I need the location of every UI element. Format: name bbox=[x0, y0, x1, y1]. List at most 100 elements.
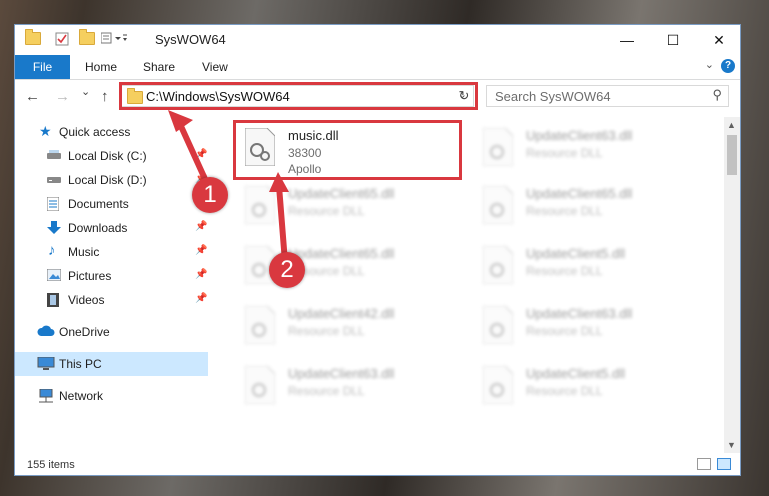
file-tile[interactable]: UpdateClient5.dll Resource DLL bbox=[473, 359, 703, 417]
sidebar-item-label: Downloads bbox=[68, 221, 128, 235]
dll-file-icon bbox=[482, 365, 514, 405]
sidebar-item-label: Local Disk (D:) bbox=[68, 173, 147, 187]
navigation-bar: ← → ⌄ ↑ C:\Windows\SysWOW64 ⌄ ↻ Search S… bbox=[15, 80, 740, 114]
dll-file-icon bbox=[482, 127, 514, 167]
file-name: UpdateClient65.dll bbox=[288, 186, 395, 201]
file-tile[interactable]: UpdateClient63.dll Resource DLL bbox=[473, 299, 703, 357]
minimize-button[interactable]: — bbox=[604, 25, 650, 55]
callout-step-1: 1 bbox=[192, 177, 228, 213]
file-tile[interactable]: UpdateClient63.dll Resource DLL bbox=[235, 359, 465, 417]
file-highlight-box bbox=[233, 120, 462, 180]
dll-file-icon bbox=[244, 305, 276, 345]
item-count: 155 items bbox=[27, 459, 75, 471]
forward-arrow-icon[interactable]: → bbox=[55, 88, 70, 105]
pin-icon: 📌 bbox=[195, 269, 208, 280]
file-name: UpdateClient63.dll bbox=[526, 128, 633, 143]
close-button[interactable]: ✕ bbox=[696, 25, 740, 55]
file-name: UpdateClient65.dll bbox=[526, 186, 633, 201]
sidebar-item-label: Quick access bbox=[59, 125, 131, 139]
pin-icon: 📌 bbox=[195, 245, 208, 256]
tab-share[interactable]: Share bbox=[143, 55, 175, 79]
back-arrow-icon[interactable]: ← bbox=[25, 88, 40, 105]
properties-icon[interactable] bbox=[55, 32, 69, 46]
sidebar-item-quick-access[interactable]: ★ Quick access bbox=[15, 120, 208, 144]
folder-icon bbox=[25, 29, 41, 45]
details-view-icon[interactable] bbox=[697, 458, 711, 470]
file-description: Resource DLL bbox=[526, 204, 603, 218]
sidebar-item-label: Music bbox=[68, 245, 100, 259]
file-name: UpdateClient63.dll bbox=[526, 306, 633, 321]
recent-locations-icon[interactable]: ⌄ bbox=[81, 85, 90, 98]
file-description: Resource DLL bbox=[288, 204, 365, 218]
file-name: UpdateClient63.dll bbox=[288, 366, 395, 381]
file-name: UpdateClient42.dll bbox=[288, 306, 395, 321]
file-tile[interactable]: UpdateClient63.dll Resource DLL bbox=[473, 121, 703, 179]
scroll-down-arrow-icon[interactable]: ▼ bbox=[727, 440, 736, 450]
videos-icon bbox=[47, 293, 62, 307]
file-tile[interactable]: UpdateClient65.dll Resource DLL bbox=[473, 179, 703, 237]
tab-view[interactable]: View bbox=[202, 55, 228, 79]
vertical-scrollbar[interactable]: ▲ ▼ bbox=[724, 117, 740, 453]
sidebar-item-label: OneDrive bbox=[59, 325, 110, 339]
sidebar-item-onedrive[interactable]: OneDrive bbox=[15, 320, 208, 344]
title-bar: SysWOW64 — ☐ ✕ bbox=[15, 25, 740, 55]
file-name: UpdateClient65.dll bbox=[288, 246, 395, 261]
scroll-thumb[interactable] bbox=[727, 135, 737, 175]
window-title: SysWOW64 bbox=[155, 32, 226, 47]
sidebar-item-documents[interactable]: Documents 📌 bbox=[15, 192, 208, 216]
file-description: Resource DLL bbox=[288, 324, 365, 338]
help-icon[interactable]: ? bbox=[721, 59, 735, 73]
file-name: UpdateClient5.dll bbox=[526, 366, 626, 381]
explorer-window: SysWOW64 — ☐ ✕ File Home Share View ⌄ ? … bbox=[14, 24, 741, 476]
search-icon: ⚲ bbox=[712, 87, 722, 102]
sidebar-item-local-disk-d[interactable]: Local Disk (D:) 📌 bbox=[15, 168, 208, 192]
address-highlight-box bbox=[119, 82, 478, 110]
new-folder-icon[interactable] bbox=[79, 29, 95, 45]
status-bar: 155 items bbox=[15, 453, 740, 475]
chevron-down-icon[interactable]: ⌄ bbox=[705, 58, 714, 71]
dll-file-icon bbox=[244, 365, 276, 405]
customize-quick-access-icon[interactable] bbox=[101, 32, 127, 44]
sidebar-item-this-pc[interactable]: This PC bbox=[15, 352, 208, 376]
dll-file-icon bbox=[244, 185, 276, 225]
music-icon: ♪ bbox=[48, 242, 56, 259]
up-arrow-icon[interactable]: ↑ bbox=[101, 88, 109, 105]
callout-step-2: 2 bbox=[269, 252, 305, 288]
search-input[interactable]: Search SysWOW64 ⚲ bbox=[486, 85, 729, 107]
tab-home[interactable]: Home bbox=[85, 55, 117, 79]
file-description: Resource DLL bbox=[288, 384, 365, 398]
sidebar-item-network[interactable]: Network bbox=[15, 384, 208, 408]
documents-icon bbox=[46, 196, 62, 212]
download-icon bbox=[47, 221, 62, 234]
pictures-icon bbox=[46, 268, 62, 282]
star-icon: ★ bbox=[39, 123, 52, 139]
pin-icon: 📌 bbox=[195, 293, 208, 304]
sidebar-item-label: This PC bbox=[59, 357, 102, 371]
network-icon bbox=[37, 388, 53, 403]
maximize-button[interactable]: ☐ bbox=[650, 25, 696, 55]
sidebar-item-label: Local Disk (C:) bbox=[68, 149, 147, 163]
file-description: Resource DLL bbox=[526, 146, 603, 160]
sidebar-item-videos[interactable]: Videos 📌 bbox=[15, 288, 208, 312]
tab-file[interactable]: File bbox=[15, 55, 70, 79]
scroll-up-arrow-icon[interactable]: ▲ bbox=[727, 120, 736, 130]
search-placeholder: Search SysWOW64 bbox=[495, 89, 611, 104]
file-tile[interactable]: UpdateClient65.dll Resource DLL bbox=[235, 179, 465, 237]
sidebar-item-label: Documents bbox=[68, 197, 129, 211]
sidebar-item-downloads[interactable]: Downloads 📌 bbox=[15, 216, 208, 240]
navigation-pane: ★ Quick access Local Disk (C:) 📌 Local D… bbox=[15, 117, 210, 453]
file-description: Resource DLL bbox=[526, 324, 603, 338]
file-description: Resource DLL bbox=[526, 264, 603, 278]
ribbon-tabs: File Home Share View ⌄ ? bbox=[15, 55, 740, 80]
computer-icon bbox=[37, 356, 55, 370]
large-icons-view-icon[interactable] bbox=[717, 458, 731, 470]
dll-file-icon bbox=[482, 185, 514, 225]
sidebar-item-pictures[interactable]: Pictures 📌 bbox=[15, 264, 208, 288]
sidebar-item-music[interactable]: ♪ Music 📌 bbox=[15, 240, 208, 264]
cloud-icon bbox=[37, 325, 55, 338]
sidebar-item-label: Videos bbox=[68, 293, 105, 307]
sidebar-item-local-disk-c[interactable]: Local Disk (C:) 📌 bbox=[15, 144, 208, 168]
file-tile[interactable]: UpdateClient5.dll Resource DLL bbox=[473, 239, 703, 297]
file-tile[interactable]: UpdateClient42.dll Resource DLL bbox=[235, 299, 465, 357]
sidebar-item-label: Pictures bbox=[68, 269, 112, 283]
